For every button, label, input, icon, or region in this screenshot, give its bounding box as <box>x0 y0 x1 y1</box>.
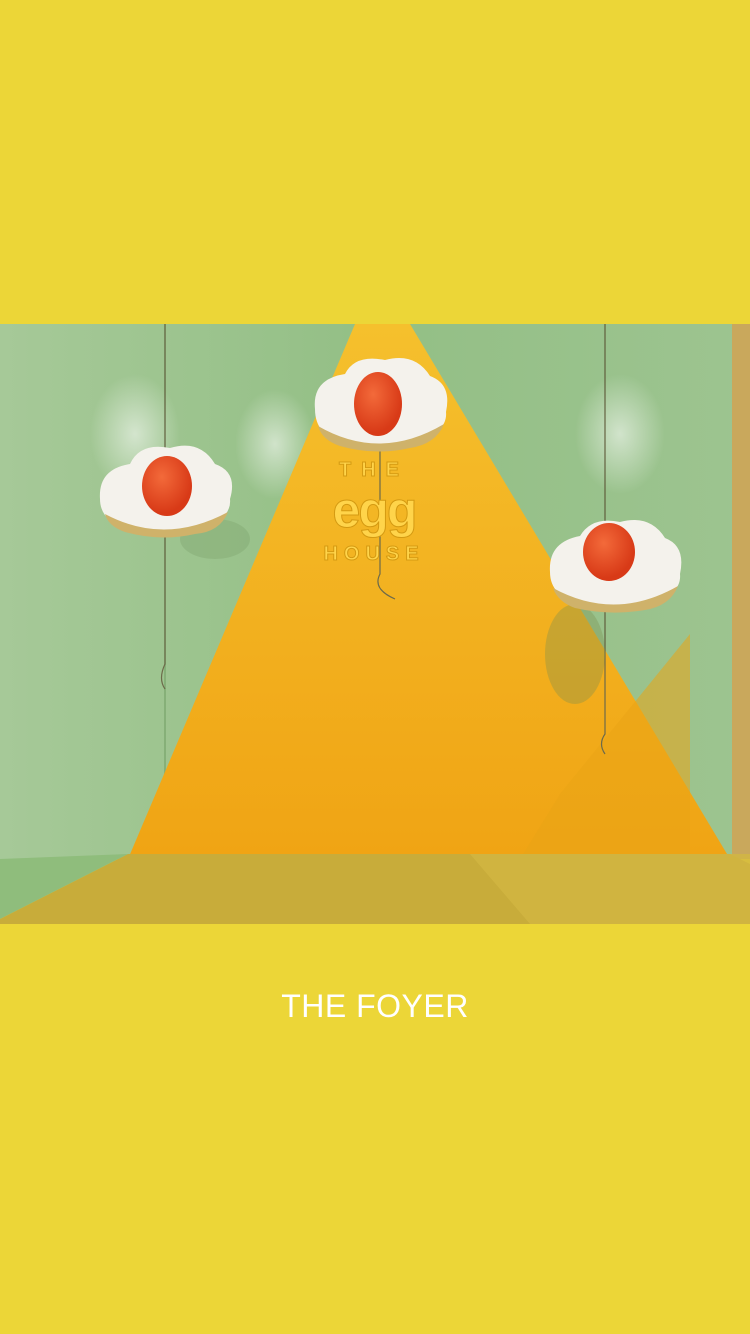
room-caption: THE FOYER <box>281 988 469 1024</box>
sign-line2: egg <box>333 482 416 538</box>
sign-line3: HOUSE <box>323 543 424 565</box>
sign-line1: THE <box>339 459 409 481</box>
foyer-photo: THE egg HOUSE <box>0 324 750 924</box>
foyer-illustration: THE egg HOUSE <box>0 324 750 924</box>
